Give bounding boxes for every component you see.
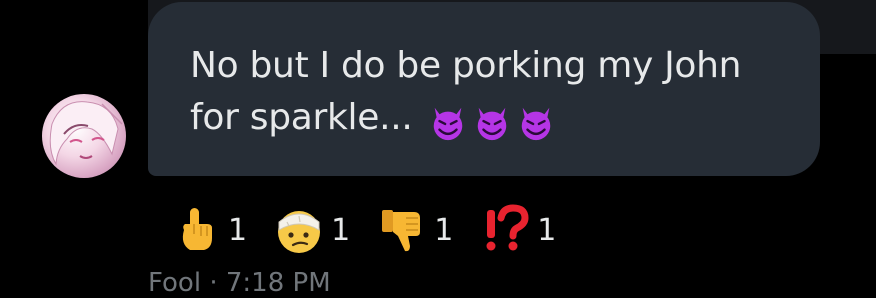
reaction-interrobang[interactable]: 1 [479,204,556,256]
smiling-devil-icon [521,107,550,141]
message-text-block: No but I do be porking my John for spark… [190,40,800,148]
interrobang-icon [486,204,529,251]
bandaged-face-icon [278,211,321,253]
reaction-pointing-down[interactable]: 1 [170,204,247,256]
meta-separator: · [209,268,218,298]
message-meta: Fool · 7:18 PM [148,268,331,298]
reactions-bar: 1 1 1 1 [170,200,582,260]
reaction-count: 1 [228,212,248,248]
sender-name[interactable]: Fool [148,268,201,298]
message-emojis [424,96,556,148]
reaction-thumbs-down[interactable]: 1 [376,204,453,256]
message-time: 7:18 PM [225,268,331,298]
smiling-devil-icon [433,107,462,141]
avatar[interactable] [42,94,126,178]
thumbs-down-icon [382,210,421,252]
reaction-bandaged-face[interactable]: 1 [273,204,350,256]
smiling-devil-icon [477,107,506,141]
avatar-image [45,97,123,166]
reaction-count: 1 [331,212,351,248]
reaction-count: 1 [434,212,454,248]
message-bubble[interactable]: No but I do be porking my John for spark… [148,2,820,176]
pointing-down-icon [182,208,212,250]
reaction-count: 1 [537,212,557,248]
